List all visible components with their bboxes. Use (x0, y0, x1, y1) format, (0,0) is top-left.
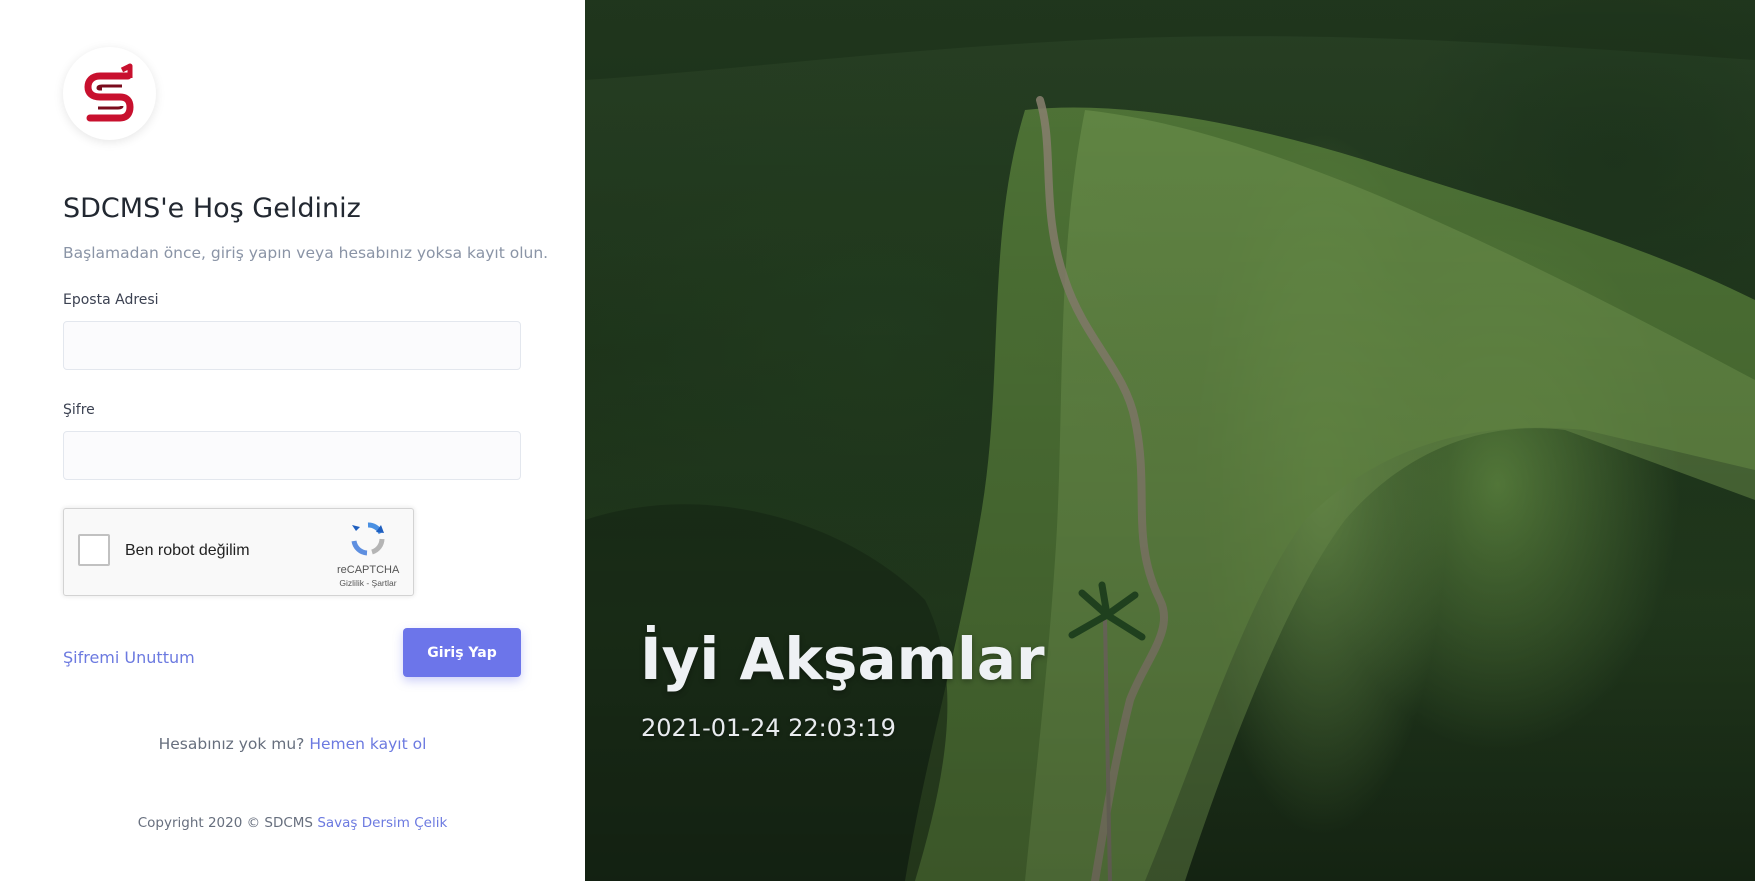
author-link[interactable]: Savaş Dersim Çelik (317, 815, 447, 831)
signup-prompt: Hesabınız yok mu? Hemen kayıt ol (0, 735, 585, 753)
email-label: Eposta Adresi (63, 292, 159, 308)
recaptcha-checkbox[interactable] (78, 534, 110, 566)
page-title: SDCMS'e Hoş Geldiniz (63, 193, 361, 224)
recaptcha-brand: reCAPTCHA (337, 564, 400, 576)
page-subtitle: Başlamadan önce, giriş yapın veya hesabı… (63, 244, 549, 262)
recaptcha-logo: reCAPTCHA Gizlilik - Şartlar (337, 521, 399, 588)
datetime-text: 2021-01-24 22:03:19 (641, 714, 896, 742)
footer-copyright: Copyright 2020 © SDCMS Savaş Dersim Çeli… (0, 815, 585, 831)
password-label: Şifre (63, 402, 95, 418)
sdcms-logo-icon (83, 63, 134, 121)
recaptcha-terms-link[interactable]: Gizlilik - Şartlar (337, 578, 399, 588)
signup-link[interactable]: Hemen kayıt ol (309, 735, 426, 753)
forgot-password-link[interactable]: Şifremi Unuttum (63, 648, 195, 667)
recaptcha-icon (351, 522, 385, 556)
email-field[interactable] (63, 321, 521, 370)
password-field[interactable] (63, 431, 521, 480)
hero-background: İyi Akşamlar 2021-01-24 22:03:19 (585, 0, 1755, 881)
logo (63, 47, 156, 140)
greeting-text: İyi Akşamlar (640, 625, 1045, 693)
recaptcha-widget: Ben robot değilim reCAPTCHA Gizlilik - Ş… (63, 508, 414, 596)
recaptcha-label: Ben robot değilim (125, 542, 250, 559)
copyright-text: Copyright 2020 © SDCMS (137, 815, 314, 831)
login-panel: SDCMS'e Hoş Geldiniz Başlamadan önce, gi… (0, 0, 585, 881)
login-button[interactable]: Giriş Yap (403, 628, 521, 677)
signup-prompt-text: Hesabınız yok mu? (158, 735, 305, 753)
landscape-image (585, 0, 1755, 881)
